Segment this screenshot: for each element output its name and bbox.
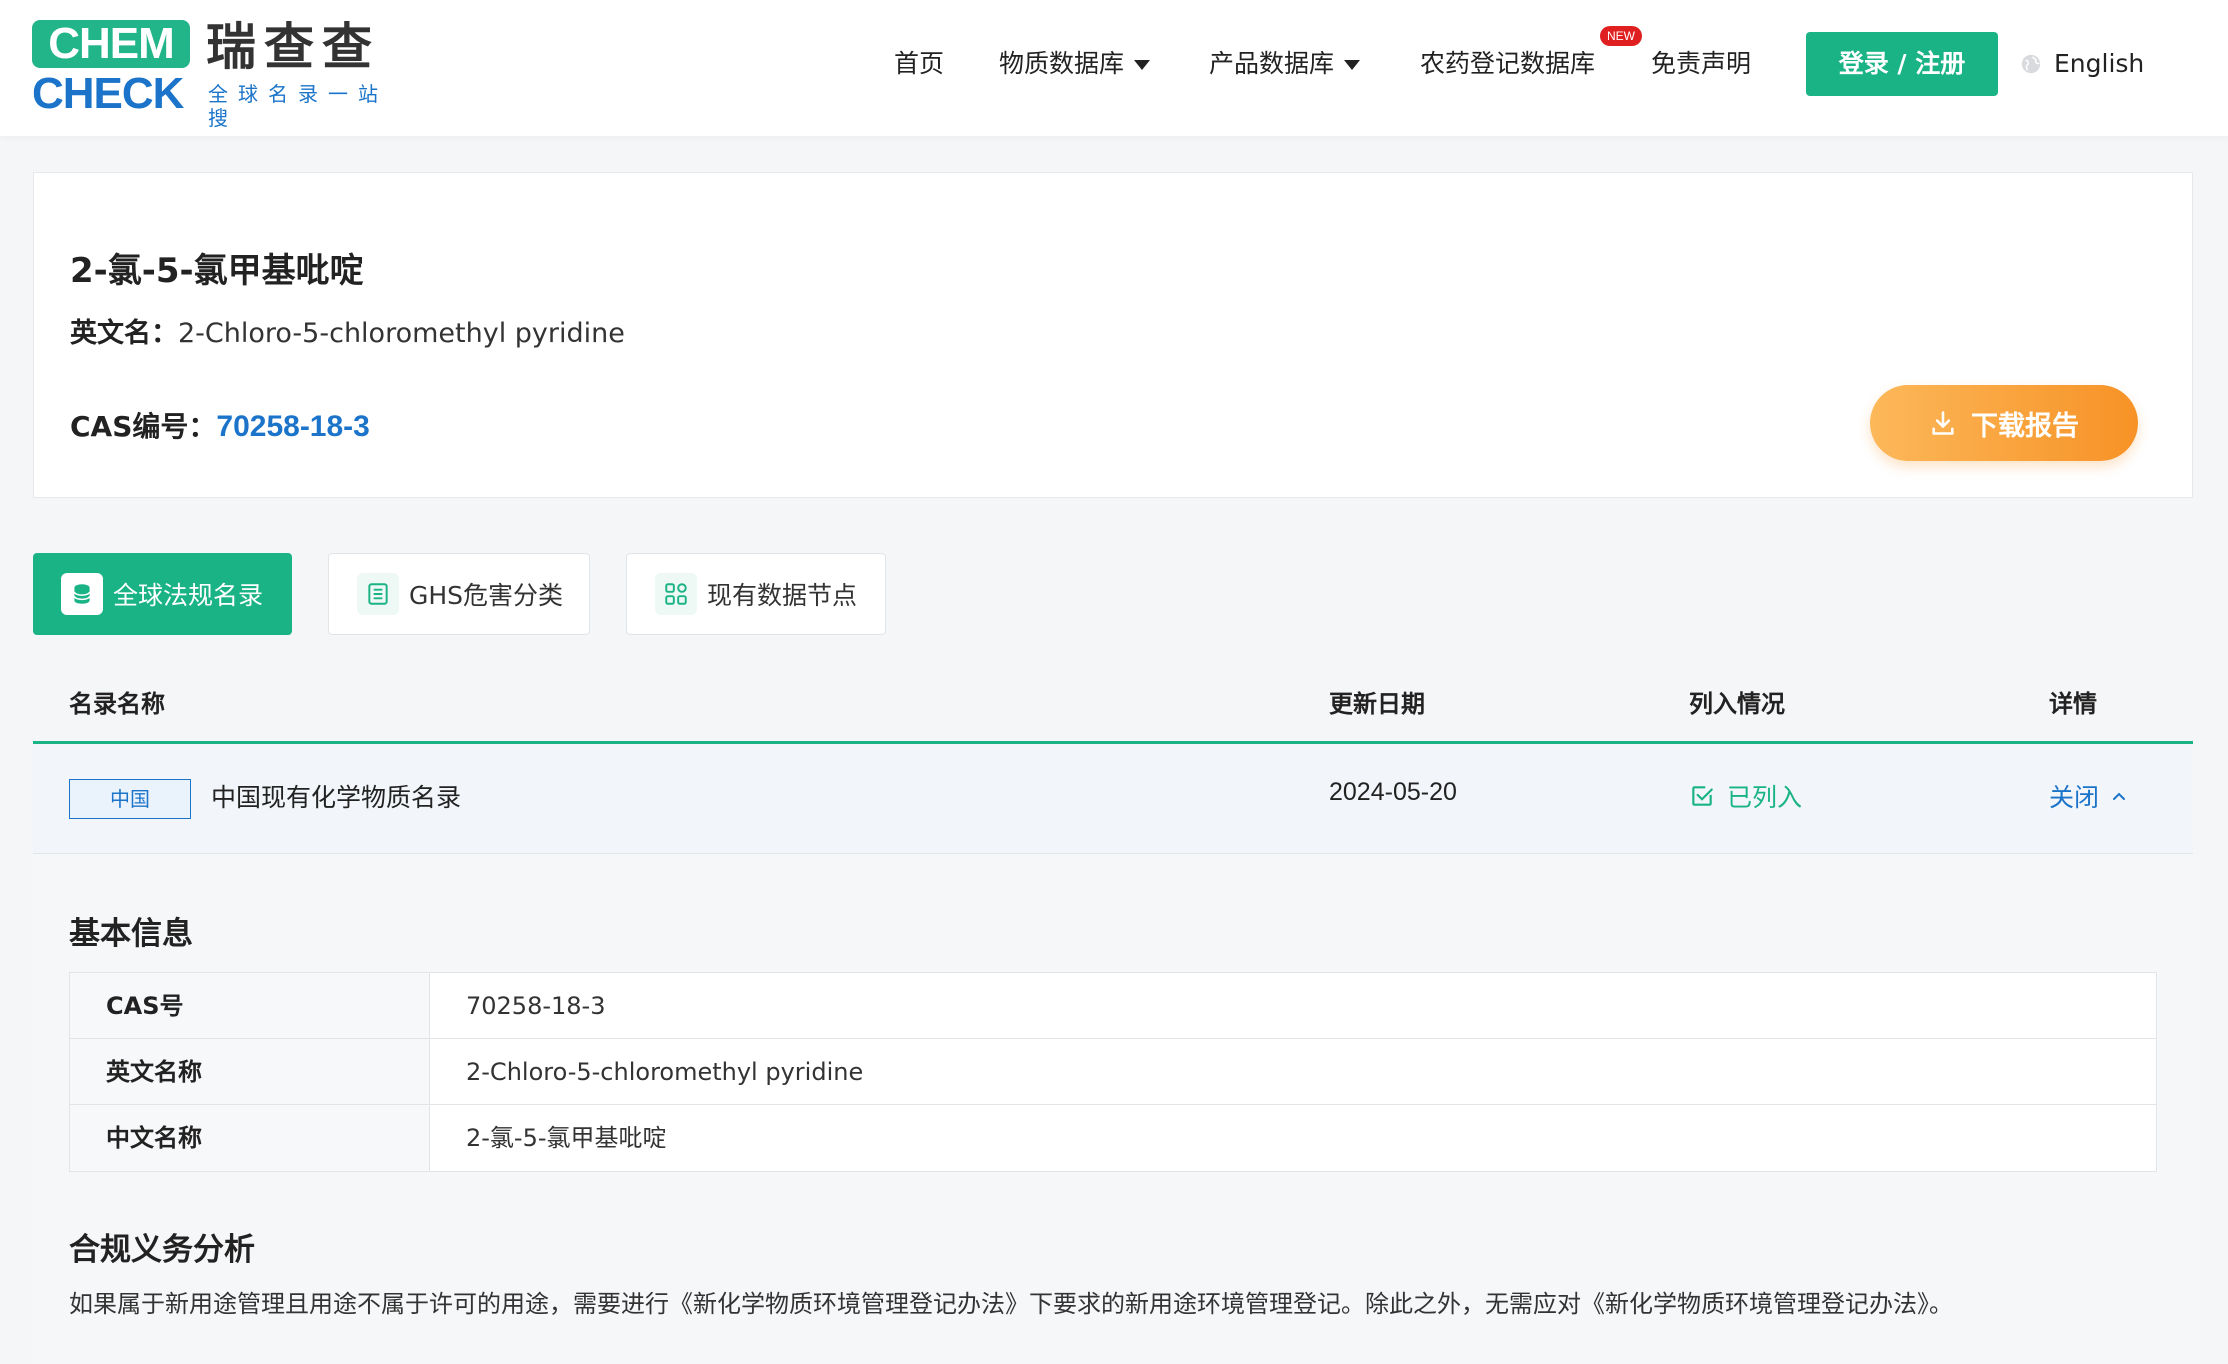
tab-global-regulations[interactable]: 全球法规名录	[33, 553, 292, 635]
tab-data-nodes[interactable]: 现有数据节点	[626, 553, 886, 635]
basic-info-row: 中文名称 2-氯-5-氯甲基吡啶	[70, 1105, 2156, 1171]
nav-disclaimer[interactable]: 免责声明	[1651, 40, 1751, 88]
tab-ghs-classification[interactable]: GHS危害分类	[328, 553, 590, 635]
basic-info-key: 英文名称	[70, 1039, 430, 1104]
collapse-detail-label: 关闭	[2049, 783, 2100, 812]
nav-pesticide-db[interactable]: 农药登记数据库	[1420, 40, 1595, 88]
inventory-table-header: 名录名称 更新日期 列入情况 详情	[33, 660, 2193, 744]
logo-chem-text: CHEM	[32, 20, 190, 68]
language-switch[interactable]: English	[2020, 40, 2144, 88]
basic-info-value: 70258-18-3	[466, 992, 606, 1020]
english-name-label: 英文名：	[70, 318, 178, 349]
compliance-analysis-text: 如果属于新用途管理且用途不属于许可的用途，需要进行《新化学物质环境管理登记办法》…	[69, 1290, 1953, 1318]
english-name-line: 英文名：2-Chloro-5-chloromethyl pyridine	[70, 311, 625, 350]
basic-info-key: CAS号	[70, 973, 430, 1038]
nav-substance-db-label: 物质数据库	[999, 49, 1125, 78]
country-tag: 中国	[69, 779, 191, 819]
column-header-status: 列入情况	[1689, 690, 1785, 718]
cas-number-value: 70258-18-3	[216, 410, 370, 443]
caret-down-icon	[1344, 60, 1361, 70]
inventory-name: 中国现有化学物质名录	[211, 783, 462, 812]
basic-info-value: 2-氯-5-氯甲基吡啶	[466, 1124, 667, 1152]
nav-home[interactable]: 首页	[894, 40, 944, 88]
checkbox-check-icon	[1692, 786, 1713, 806]
nav-substance-db[interactable]: 物质数据库	[999, 40, 1151, 88]
caret-down-icon	[1134, 60, 1151, 70]
download-report-label: 下载报告	[1971, 410, 2079, 442]
basic-info-row: 英文名称 2-Chloro-5-chloromethyl pyridine	[70, 1039, 2156, 1105]
nav-home-label: 首页	[894, 49, 945, 78]
nav-product-db[interactable]: 产品数据库	[1209, 40, 1361, 88]
basic-info-value: 2-Chloro-5-chloromethyl pyridine	[466, 1058, 864, 1086]
basic-info-title: 基本信息	[69, 916, 193, 952]
logo-slogan: 全球名录一站搜	[208, 82, 388, 130]
nav-pesticide-db-label: 农药登记数据库	[1420, 49, 1596, 78]
new-badge: NEW	[1600, 26, 1642, 46]
listing-status-label: 已列入	[1727, 783, 1803, 812]
table-row[interactable]: 中国 中国现有化学物质名录 2024-05-20 已列入 关闭	[33, 744, 2193, 854]
collapse-detail-button[interactable]: 关闭	[2049, 778, 2127, 814]
update-date: 2024-05-20	[1329, 778, 1457, 806]
chevron-up-icon	[2113, 792, 2126, 800]
cas-number-label: CAS编号：	[70, 410, 217, 443]
column-header-detail: 详情	[2049, 690, 2097, 718]
inventory-detail-panel: 基本信息 CAS号 70258-18-3 英文名称 2-Chloro-5-chl…	[33, 854, 2193, 1364]
top-header: CHEM CHECK 瑞查查 全球名录一站搜 首页 物质数据库 产品数据库 农药…	[0, 0, 2228, 136]
logo-chinese-name: 瑞查查	[206, 17, 380, 76]
grid-icon	[655, 573, 697, 615]
basic-info-row: CAS号 70258-18-3	[70, 973, 2156, 1039]
column-header-name: 名录名称	[69, 690, 165, 718]
listing-status: 已列入	[1689, 778, 1802, 814]
logo-check-text: CHECK	[32, 69, 184, 118]
download-icon	[1932, 411, 1954, 435]
database-icon	[61, 573, 103, 615]
tab-global-regulations-label: 全球法规名录	[113, 581, 264, 610]
substance-info-card: 2-氯-5-氯甲基吡啶 英文名：2-Chloro-5-chloromethyl …	[33, 172, 2193, 498]
basic-info-key: 中文名称	[70, 1105, 430, 1171]
list-icon	[357, 573, 399, 615]
tab-ghs-classification-label: GHS危害分类	[409, 581, 564, 610]
column-header-date: 更新日期	[1329, 690, 1425, 718]
nav-product-db-label: 产品数据库	[1209, 49, 1335, 78]
login-register-button[interactable]: 登录 / 注册	[1806, 32, 1998, 96]
english-name-value: 2-Chloro-5-chloromethyl pyridine	[178, 318, 625, 349]
cas-number-line: CAS编号：70258-18-3	[70, 405, 370, 445]
language-label: English	[2054, 49, 2145, 78]
download-report-button[interactable]: 下载报告	[1870, 385, 2138, 461]
substance-title: 2-氯-5-氯甲基吡啶	[70, 251, 364, 291]
compliance-title: 合规义务分析	[69, 1232, 255, 1268]
basic-info-table: CAS号 70258-18-3 英文名称 2-Chloro-5-chlorome…	[69, 972, 2157, 1172]
nav-disclaimer-label: 免责声明	[1651, 49, 1752, 78]
tab-data-nodes-label: 现有数据节点	[707, 581, 858, 610]
chemcheck-logo[interactable]: CHEM CHECK 瑞查查 全球名录一站搜	[32, 17, 392, 130]
globe-icon	[2021, 54, 2041, 74]
